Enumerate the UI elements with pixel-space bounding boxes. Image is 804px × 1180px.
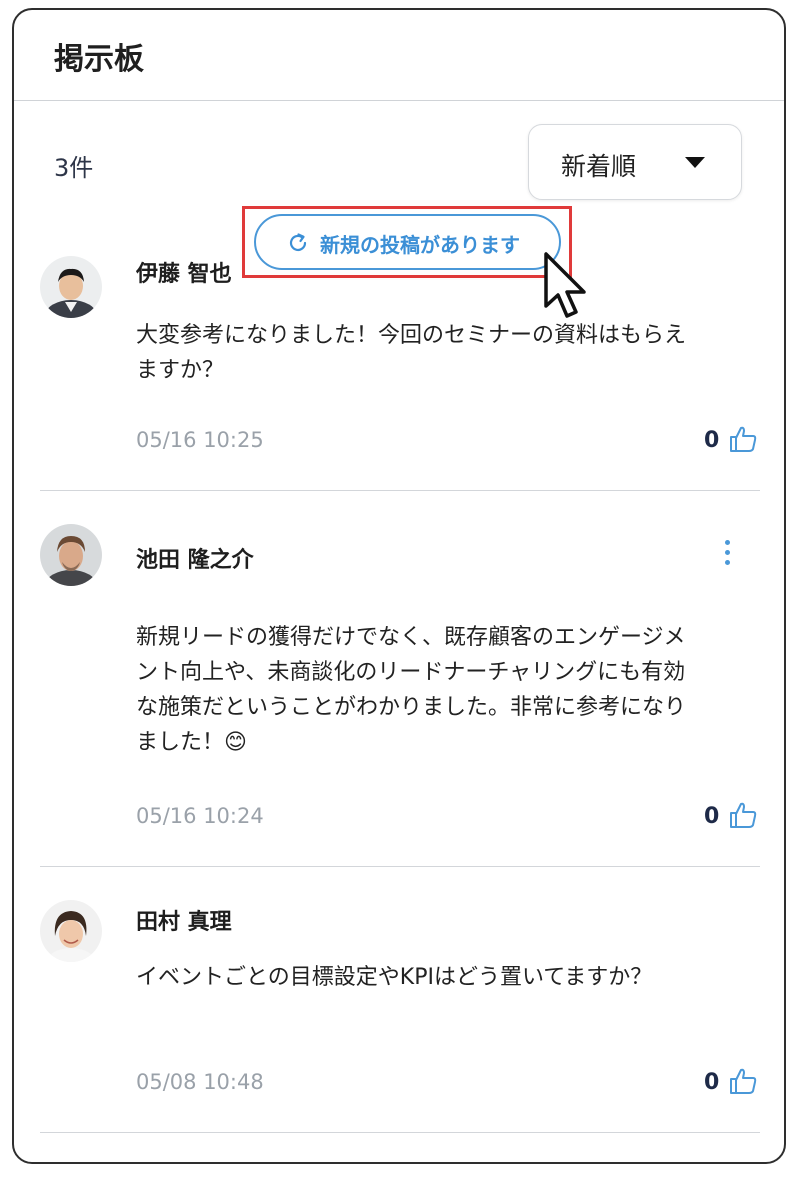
post-divider <box>40 490 760 491</box>
thumbs-up-icon[interactable] <box>728 1066 758 1096</box>
bulletin-board-panel: 掲示板 3件 新着順 伊藤 智也 大変参考になりました！今回のセミナーの資料はも… <box>12 8 786 1164</box>
post-body: イベントごとの目標設定やKPIはどう置いてますか？ <box>136 965 653 990</box>
post-body: 新規リードの獲得だけでなく、既存顧客のエンゲージメント向上や、未商談化のリードナ… <box>136 625 687 755</box>
post-divider <box>40 866 760 867</box>
mouse-cursor-icon <box>544 252 586 318</box>
like-count: 0 <box>704 804 720 829</box>
sort-dropdown[interactable]: 新着順 <box>528 124 742 200</box>
post-timestamp: 05/08 10:48 <box>136 1070 264 1094</box>
avatar[interactable] <box>40 524 102 586</box>
post-timestamp: 05/16 10:24 <box>136 804 264 828</box>
caret-down-icon <box>685 157 705 168</box>
panel-header: 掲示板 <box>14 10 784 101</box>
avatar[interactable] <box>40 256 102 318</box>
sort-dropdown-label: 新着順 <box>561 152 637 181</box>
page-title: 掲示板 <box>54 42 144 77</box>
avatar[interactable] <box>40 900 102 962</box>
post-divider <box>40 1132 760 1133</box>
like-count: 0 <box>704 428 720 453</box>
new-posts-button[interactable]: 新規の投稿があります <box>254 214 561 270</box>
post-author: 田村 真理 <box>136 910 232 935</box>
thumbs-up-icon[interactable] <box>728 800 758 830</box>
new-posts-label: 新規の投稿があります <box>320 233 520 257</box>
refresh-icon <box>289 233 307 252</box>
post-author: 伊藤 智也 <box>136 262 232 287</box>
more-options-icon[interactable] <box>722 540 732 570</box>
like-count: 0 <box>704 1070 720 1095</box>
post-count: 3件 <box>54 154 94 182</box>
thumbs-up-icon[interactable] <box>728 424 758 454</box>
post-body: 大変参考になりました！今回のセミナーの資料はもらえますか？ <box>136 323 687 383</box>
post-author: 池田 隆之介 <box>136 548 254 573</box>
post-timestamp: 05/16 10:25 <box>136 428 264 452</box>
